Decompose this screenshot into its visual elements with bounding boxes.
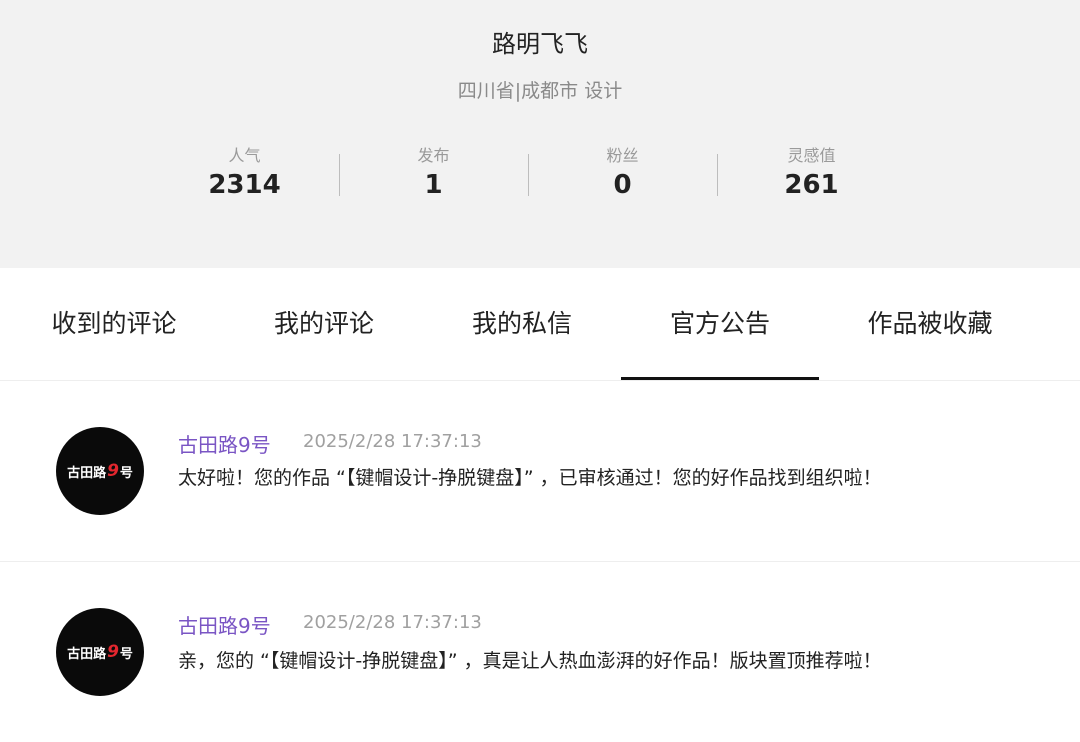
stat-value: 1 [424,170,443,200]
notice-message: 太好啦！您的作品 “【键帽设计-挣脱键盘】” ，已审核通过！您的好作品找到组织啦… [178,467,882,489]
stat-followers[interactable]: 粉丝 0 [528,146,717,206]
notice-time: 2025/2/28 17:37:13 [303,612,482,633]
avatar-text: 号 [119,465,133,481]
stat-inspiration[interactable]: 灵感值 261 [717,146,906,206]
stat-label: 人气 [228,146,261,165]
tab-received-comments[interactable]: 收到的评论 [34,268,194,380]
tab-official-announcements[interactable]: 官方公告 [621,268,819,380]
stat-published[interactable]: 发布 1 [339,146,528,206]
notice-sender[interactable]: 古田路9号 [178,429,271,458]
avatar[interactable]: 古田路 9 号 [56,427,144,515]
profile-location: 四川省|成都市 设计 [457,80,623,102]
stat-popularity[interactable]: 人气 2314 [150,146,339,206]
avatar-text: 古田路 [67,646,107,662]
stat-label: 灵感值 [787,146,836,165]
profile-header: 路明飞飞 四川省|成都市 设计 人气 2314 发布 1 粉丝 0 灵感值 26… [0,0,1080,268]
stat-label: 粉丝 [606,146,639,165]
notice-message: 亲，您的 “【键帽设计-挣脱键盘】” ，真是让人热血澎湃的好作品！版块置顶推荐啦… [178,650,882,672]
stat-value: 2314 [208,170,281,200]
stat-label: 发布 [417,146,450,165]
avatar-number: 9 [107,642,119,662]
tab-my-messages[interactable]: 我的私信 [442,268,602,380]
tab-my-comments[interactable]: 我的评论 [244,268,404,380]
notice-time: 2025/2/28 17:37:13 [303,431,482,452]
stat-value: 0 [613,170,632,200]
stat-value: 261 [784,170,839,200]
message-tabs: 收到的评论 我的评论 我的私信 官方公告 作品被收藏 [0,268,1080,381]
profile-name: 路明飞飞 [492,30,588,58]
profile-stats: 人气 2314 发布 1 粉丝 0 灵感值 261 [150,146,906,206]
notice-sender[interactable]: 古田路9号 [178,610,271,639]
avatar-number: 9 [107,461,119,481]
avatar-text: 号 [119,646,133,662]
notice-item: 古田路 9 号 古田路9号 2025/2/28 17:37:13 亲，您的 “【键帽… [0,562,1080,742]
avatar-text: 古田路 [67,465,107,481]
notice-item: 古田路 9 号 古田路9号 2025/2/28 17:37:13 太好啦！您的作品 … [0,381,1080,562]
avatar[interactable]: 古田路 9 号 [56,608,144,696]
tab-works-collected[interactable]: 作品被收藏 [850,268,1010,380]
